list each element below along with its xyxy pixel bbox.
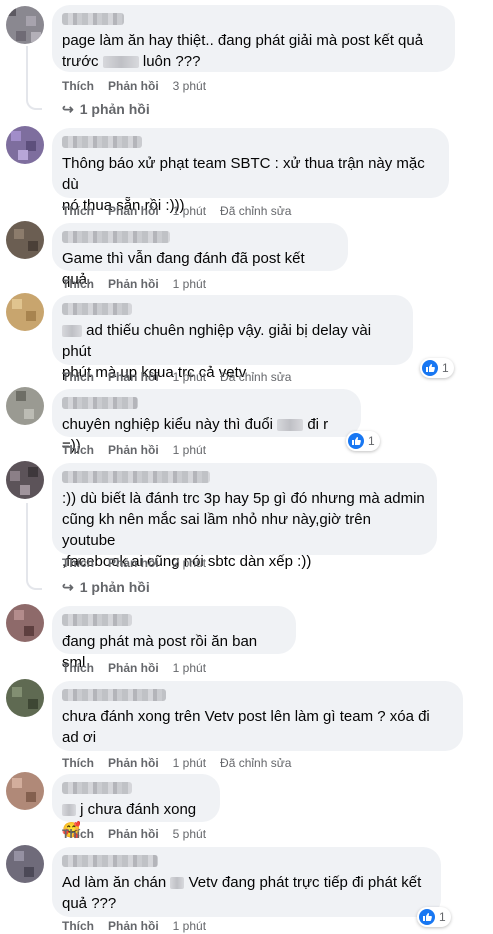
- commenter-name[interactable]: [62, 136, 142, 148]
- reply-button[interactable]: Phản hồi: [108, 556, 159, 570]
- like-button[interactable]: Thích: [62, 919, 94, 933]
- like-button[interactable]: Thích: [62, 204, 94, 218]
- thread-line: [26, 46, 28, 98]
- comment-bubble: đang phát mà post rồi ăn ban sml: [52, 606, 296, 671]
- commenter-name[interactable]: [62, 614, 132, 626]
- thread-connector: [26, 96, 42, 110]
- thumbs-up-icon: [419, 909, 435, 925]
- edited-label[interactable]: Đã chỉnh sửa: [220, 370, 291, 384]
- comment-actions: Thích Phản hồi 3 phút: [62, 78, 220, 94]
- reply-button[interactable]: Phản hồi: [108, 79, 159, 93]
- reply-button[interactable]: Phản hồi: [108, 756, 159, 770]
- like-button[interactable]: Thích: [62, 370, 94, 384]
- reaction-count[interactable]: 1: [346, 431, 380, 451]
- commenter-name[interactable]: [62, 855, 158, 867]
- commenter-name[interactable]: [62, 231, 170, 243]
- avatar[interactable]: [6, 293, 44, 331]
- comment-text: page làm ăn hay thiệt.. đang phát giải m…: [62, 32, 424, 70]
- like-button[interactable]: Thích: [62, 556, 94, 570]
- commenter-name[interactable]: [62, 397, 138, 409]
- comment-actions: Thích Phản hồi 1 phút: [62, 660, 220, 676]
- comment-bubble: chuyên nghiệp kiểu này thì đuổi đi r =)): [52, 389, 361, 454]
- avatar[interactable]: [6, 126, 44, 164]
- commenter-name[interactable]: [62, 303, 132, 315]
- comment-actions: Thích Phản hồi 2 phút: [62, 555, 220, 571]
- timestamp[interactable]: 1 phút: [173, 277, 206, 291]
- edited-label[interactable]: Đã chỉnh sửa: [220, 204, 291, 218]
- avatar[interactable]: [6, 221, 44, 259]
- comment-actions: Thích Phản hồi 1 phút Đã chỉnh sửa: [62, 369, 305, 385]
- reply-button[interactable]: Phản hồi: [108, 370, 159, 384]
- commenter-name[interactable]: [62, 13, 124, 25]
- timestamp[interactable]: 1 phút: [173, 919, 206, 933]
- avatar[interactable]: [6, 772, 44, 810]
- comment-actions: Thích Phản hồi 1 phút Đã chỉnh sửa: [62, 755, 305, 771]
- comment-bubble: ad thiếu chuên nghiệp vậy. giải bị delay…: [52, 295, 413, 381]
- timestamp[interactable]: 3 phút: [173, 79, 206, 93]
- like-button[interactable]: Thích: [62, 827, 94, 841]
- reaction-count[interactable]: 1: [420, 358, 454, 378]
- reply-button[interactable]: Phản hồi: [108, 919, 159, 933]
- comment-bubble: j chưa đánh xong🥰: [52, 774, 220, 839]
- edited-label[interactable]: Đã chỉnh sửa: [220, 756, 291, 770]
- reply-arrow-icon: ↪: [62, 579, 74, 595]
- commenter-name[interactable]: [62, 689, 166, 701]
- comment-text: Ad làm ăn chán Vetv đang phát trực tiếp …: [62, 874, 422, 912]
- like-button[interactable]: Thích: [62, 79, 94, 93]
- avatar[interactable]: [6, 387, 44, 425]
- comment-actions: Thích Phản hồi 1 phút: [62, 918, 220, 934]
- reply-arrow-icon: ↪: [62, 101, 74, 117]
- commenter-name[interactable]: [62, 471, 210, 483]
- comment-actions: Thích Phản hồi 1 phút Đã chỉnh sửa: [62, 203, 305, 219]
- comment-actions: Thích Phản hồi 1 phút: [62, 276, 220, 292]
- thread-line: [26, 503, 28, 578]
- like-button[interactable]: Thích: [62, 661, 94, 675]
- timestamp[interactable]: 2 phút: [173, 556, 206, 570]
- reaction-count[interactable]: 1: [417, 907, 451, 927]
- comment-actions: Thích Phản hồi 1 phút: [62, 442, 220, 458]
- comment-bubble: Game thì vẫn đang đánh đã post kết quả.: [52, 223, 348, 288]
- view-replies-link[interactable]: ↪ 1 phản hồi: [62, 100, 150, 118]
- comment-actions: Thích Phản hồi 5 phút: [62, 826, 220, 842]
- avatar[interactable]: [6, 604, 44, 642]
- commenter-name[interactable]: [62, 782, 132, 794]
- comment-text: chưa đánh xong trên Vetv post lên làm gì…: [62, 708, 430, 746]
- timestamp[interactable]: 1 phút: [173, 370, 206, 384]
- comment-bubble: :)) dù biết là đánh trc 3p hay 5p gì đó …: [52, 463, 437, 570]
- avatar[interactable]: [6, 679, 44, 717]
- like-button[interactable]: Thích: [62, 756, 94, 770]
- comment-bubble: Thông báo xử phạt team SBTC : xử thua tr…: [52, 128, 449, 214]
- view-replies-link[interactable]: ↪ 1 phản hồi: [62, 578, 150, 596]
- avatar[interactable]: [6, 845, 44, 883]
- reply-button[interactable]: Phản hồi: [108, 827, 159, 841]
- reply-button[interactable]: Phản hồi: [108, 204, 159, 218]
- reply-button[interactable]: Phản hồi: [108, 661, 159, 675]
- timestamp[interactable]: 1 phút: [173, 443, 206, 457]
- comment-bubble: chưa đánh xong trên Vetv post lên làm gì…: [52, 681, 463, 751]
- timestamp[interactable]: 1 phút: [173, 756, 206, 770]
- timestamp[interactable]: 5 phút: [173, 827, 206, 841]
- like-button[interactable]: Thích: [62, 443, 94, 457]
- timestamp[interactable]: 1 phút: [173, 204, 206, 218]
- avatar[interactable]: [6, 6, 44, 44]
- avatar[interactable]: [6, 461, 44, 499]
- like-button[interactable]: Thích: [62, 277, 94, 291]
- comment-bubble: page làm ăn hay thiệt.. đang phát giải m…: [52, 5, 455, 72]
- reply-button[interactable]: Phản hồi: [108, 443, 159, 457]
- comment-bubble: Ad làm ăn chán Vetv đang phát trực tiếp …: [52, 847, 441, 917]
- timestamp[interactable]: 1 phút: [173, 661, 206, 675]
- thread-connector: [26, 576, 42, 590]
- thumbs-up-icon: [348, 433, 364, 449]
- reply-button[interactable]: Phản hồi: [108, 277, 159, 291]
- thumbs-up-icon: [422, 360, 438, 376]
